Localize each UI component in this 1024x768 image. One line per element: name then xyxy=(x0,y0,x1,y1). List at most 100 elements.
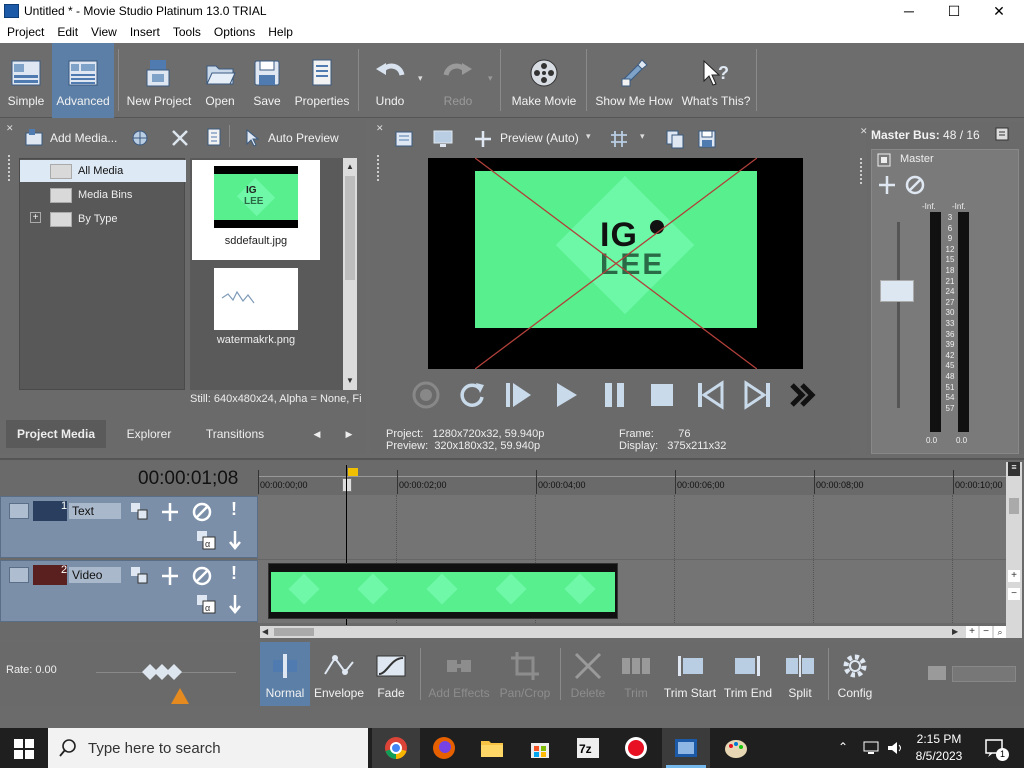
preview-quality-select[interactable]: Preview (Auto) xyxy=(500,131,579,145)
track-mute-icon[interactable] xyxy=(191,501,213,523)
timeline-vertical-scrollbar[interactable]: ≡ + − xyxy=(1006,462,1022,638)
show-me-how-button[interactable]: Show Me How xyxy=(592,43,676,118)
panel-grip[interactable] xyxy=(8,155,12,181)
zoom-in-icon[interactable]: + xyxy=(966,626,978,638)
menu-edit[interactable]: Edit xyxy=(50,23,84,39)
zoom-out-icon[interactable]: − xyxy=(980,626,992,638)
simple-button[interactable]: Simple xyxy=(2,43,50,118)
taskbar-7zip[interactable]: 7z xyxy=(564,728,612,768)
zoom-field[interactable] xyxy=(952,666,1016,682)
more-controls-icon[interactable] xyxy=(786,377,822,413)
open-button[interactable]: Open xyxy=(198,43,242,118)
panel-close-icon[interactable]: ✕ xyxy=(860,126,868,137)
magnifier-icon[interactable]: ⌕ xyxy=(994,626,1006,638)
advanced-button[interactable]: Advanced xyxy=(52,43,114,118)
taskbar-recorder[interactable] xyxy=(612,728,660,768)
overlay-dropdown-icon[interactable]: ▾ xyxy=(640,131,645,142)
expand-icon[interactable]: + xyxy=(30,212,41,223)
maximize-button[interactable]: ☐ xyxy=(931,0,977,23)
taskbar-movie-studio[interactable] xyxy=(662,728,710,768)
play-from-start-icon[interactable] xyxy=(500,377,536,413)
tab-transitions[interactable]: Transitions xyxy=(190,420,280,448)
scroll-thumb[interactable] xyxy=(1009,498,1019,514)
copy-snapshot-icon[interactable] xyxy=(664,128,686,150)
make-movie-button[interactable]: Make Movie xyxy=(506,43,582,118)
trim-end-button[interactable]: Trim End xyxy=(720,642,776,706)
taskbar-file-explorer[interactable] xyxy=(468,728,516,768)
track-minimize-icon[interactable] xyxy=(9,503,29,519)
preview-quality-dropdown-icon[interactable]: ▾ xyxy=(586,131,591,142)
whats-this-button[interactable]: ? What's This? xyxy=(680,43,752,118)
split-screen-icon[interactable] xyxy=(472,129,494,149)
normal-tool-button[interactable]: Normal xyxy=(260,642,310,706)
media-item[interactable]: IG LEE sddefault.jpg xyxy=(192,160,320,260)
fade-tool-button[interactable]: Fade xyxy=(368,642,414,706)
envelope-tool-button[interactable]: Envelope xyxy=(312,642,366,706)
loop-marker[interactable] xyxy=(348,468,358,476)
volume-icon[interactable] xyxy=(886,740,904,756)
taskbar-paint[interactable] xyxy=(712,728,760,768)
tab-explorer[interactable]: Explorer xyxy=(112,420,186,448)
media-item[interactable]: watermakrk.png xyxy=(192,264,320,364)
menu-options[interactable]: Options xyxy=(207,23,261,39)
track-pan-icon[interactable] xyxy=(159,501,181,523)
tree-item-all-media[interactable]: All Media xyxy=(20,160,186,182)
minimize-button[interactable]: ─ xyxy=(886,0,932,23)
menu-help[interactable]: Help xyxy=(261,23,299,39)
panel-close-icon[interactable]: ✕ xyxy=(376,123,384,134)
add-media-button[interactable]: Add Media... xyxy=(50,131,117,145)
undo-button[interactable]: Undo xyxy=(364,43,416,118)
panel-grip[interactable] xyxy=(377,155,381,181)
menu-tools[interactable]: Tools xyxy=(166,23,207,39)
menu-insert[interactable]: Insert xyxy=(123,23,166,39)
scroll-right-icon[interactable]: ▶ xyxy=(952,627,958,636)
media-properties-icon[interactable] xyxy=(204,127,224,147)
tab-scroll-left[interactable]: ◀ xyxy=(304,420,330,448)
redo-dropdown-icon[interactable]: ▾ xyxy=(488,73,493,84)
save-button[interactable]: Save xyxy=(246,43,288,118)
stop-icon[interactable] xyxy=(644,377,680,413)
network-icon[interactable] xyxy=(862,740,880,756)
track-motion-icon[interactable] xyxy=(129,565,149,585)
playhead-handle[interactable] xyxy=(342,478,352,492)
track-solo-icon[interactable]: ! xyxy=(231,499,237,520)
tab-project-media[interactable]: Project Media xyxy=(6,420,106,448)
scroll-down-icon[interactable]: ▼ xyxy=(344,376,356,386)
save-snapshot-icon[interactable] xyxy=(696,128,718,150)
play-icon[interactable] xyxy=(548,377,584,413)
thumbnail-scrollbar[interactable]: ▲ ▼ xyxy=(343,158,357,390)
track-level-icon[interactable] xyxy=(225,593,245,615)
taskbar-firefox[interactable] xyxy=(420,728,468,768)
redo-button[interactable]: Redo xyxy=(432,43,484,118)
track-header-text[interactable]: 1 Text ! α xyxy=(0,496,258,558)
track-mute-icon[interactable] xyxy=(191,565,213,587)
auto-preview-button[interactable]: Auto Preview xyxy=(268,131,339,145)
clock-date[interactable]: 8/5/2023 xyxy=(910,749,968,763)
track-pan-icon[interactable] xyxy=(159,565,181,587)
taskbar-search-box[interactable]: Type here to search xyxy=(48,728,368,768)
track-solo-icon[interactable]: ! xyxy=(231,563,237,584)
new-project-button[interactable]: New Project xyxy=(124,43,194,118)
trim-start-button[interactable]: Trim Start xyxy=(662,642,718,706)
panel-grip[interactable] xyxy=(860,158,864,184)
timeline-menu-icon[interactable]: ≡ xyxy=(1008,462,1020,476)
pan-crop-button[interactable]: Pan/Crop xyxy=(496,642,554,706)
track-name[interactable]: Video xyxy=(69,567,121,583)
compositing-mode-icon[interactable]: α xyxy=(195,593,217,615)
scroll-up-icon[interactable]: ▲ xyxy=(344,162,356,172)
taskbar-store[interactable] xyxy=(516,728,564,768)
clock-time[interactable]: 2:15 PM xyxy=(914,732,964,746)
track-motion-icon[interactable] xyxy=(129,501,149,521)
properties-button[interactable]: Properties xyxy=(292,43,352,118)
taskbar-chrome[interactable] xyxy=(372,728,420,768)
timeline-ruler[interactable]: 00:00:00;00 00:00:02;00 00:00:04;00 00:00:0… xyxy=(258,466,1008,494)
zoom-in-vertical-icon[interactable]: + xyxy=(1008,570,1020,582)
tree-item-by-type[interactable]: + By Type xyxy=(20,208,186,230)
split-button[interactable]: Split xyxy=(778,642,822,706)
go-to-start-icon[interactable] xyxy=(692,377,728,413)
trim-button[interactable]: Trim xyxy=(612,642,660,706)
grid-overlay-icon[interactable] xyxy=(608,128,630,150)
tree-item-media-bins[interactable]: Media Bins xyxy=(20,184,186,206)
pause-icon[interactable] xyxy=(596,377,632,413)
add-effects-button[interactable]: Add Effects xyxy=(426,642,492,706)
